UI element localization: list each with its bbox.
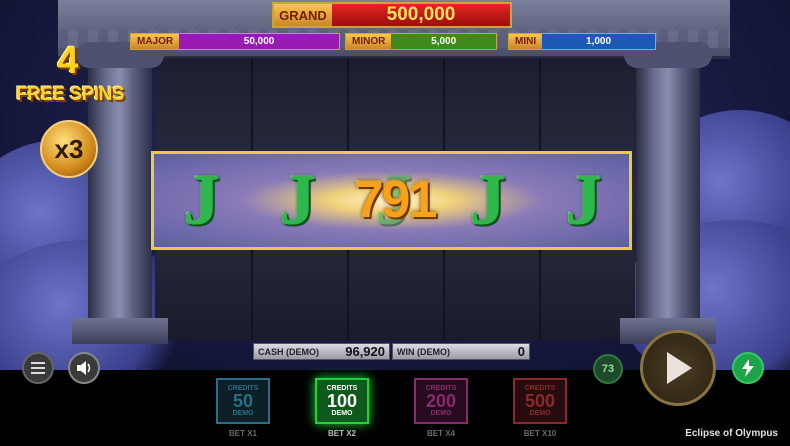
bet-credits-value: 100 (326, 391, 358, 411)
mini-jackpot: MINI 1,000 (508, 33, 656, 50)
spin-button[interactable] (640, 330, 716, 406)
lightning-icon (742, 359, 754, 377)
grand-jackpot: GRAND 500,000 (272, 2, 512, 28)
cash-label: CASH (DEMO) (258, 346, 319, 357)
autoplay-button[interactable]: 73 (593, 354, 623, 384)
reel-symbol-j: J (566, 159, 602, 240)
sound-button[interactable] (68, 352, 100, 384)
bet-credits-value: 50 (232, 391, 254, 411)
reel-symbol-j: J (184, 159, 220, 240)
free-spins-count: 4 (57, 40, 79, 82)
win-amount: 791 (354, 171, 438, 229)
bet-multiplier-label: BET X1 (228, 429, 257, 438)
bet-multiplier-label: BET X4 (426, 429, 455, 438)
game-scene: J J J J J 791 GRAND 500,000 MAJOR 50,000… (0, 0, 790, 370)
mini-jackpot-label: MINI (509, 34, 543, 49)
bet-option-x2[interactable]: CREDITS 100 DEMO (315, 378, 369, 424)
minor-jackpot: MINOR 5,000 (345, 33, 497, 50)
grand-jackpot-label: GRAND (274, 4, 332, 26)
win-label: WIN (DEMO) (397, 346, 450, 357)
cash-value: 96,920 (345, 344, 385, 359)
minor-jackpot-value: 5,000 (391, 34, 496, 49)
left-column-base (72, 318, 168, 344)
autoplay-count: 73 (601, 363, 615, 375)
bet-demo-label: DEMO (430, 410, 452, 417)
bet-demo-label: DEMO (529, 410, 551, 417)
bet-option-x10[interactable]: CREDITS 500 DEMO (513, 378, 567, 424)
play-icon (667, 352, 692, 384)
bet-option-x4[interactable]: CREDITS 200 DEMO (414, 378, 468, 424)
win-readout: WIN (DEMO) 0 (392, 343, 530, 360)
bet-credits-value: 200 (425, 391, 457, 411)
bet-multiplier-label: BET X2 (327, 429, 356, 438)
free-spins-label: FREE SPINS (16, 84, 124, 105)
bet-option-x1[interactable]: CREDITS 50 DEMO (216, 378, 270, 424)
reel-symbol-j: J (280, 159, 316, 240)
multiplier-badge: x3 (40, 120, 98, 178)
mini-jackpot-value: 1,000 (542, 34, 655, 49)
bet-multiplier-label: BET X10 (523, 429, 557, 438)
menu-button[interactable] (22, 352, 54, 384)
bet-demo-label: DEMO (331, 410, 353, 417)
major-jackpot: MAJOR 50,000 (130, 33, 340, 50)
grand-jackpot-value: 500,000 (332, 4, 510, 26)
win-value: 0 (517, 344, 525, 359)
bet-credits-value: 500 (524, 391, 556, 411)
speaker-icon (77, 361, 91, 375)
bet-demo-label: DEMO (232, 410, 254, 417)
hamburger-menu-icon (31, 362, 45, 374)
game-title: Eclipse of Olympus (685, 428, 778, 439)
right-column (624, 42, 712, 328)
major-jackpot-value: 50,000 (179, 34, 339, 49)
turbo-button[interactable] (732, 352, 764, 384)
cash-readout: CASH (DEMO) 96,920 (253, 343, 390, 360)
minor-jackpot-label: MINOR (346, 34, 392, 49)
major-jackpot-label: MAJOR (131, 34, 180, 49)
